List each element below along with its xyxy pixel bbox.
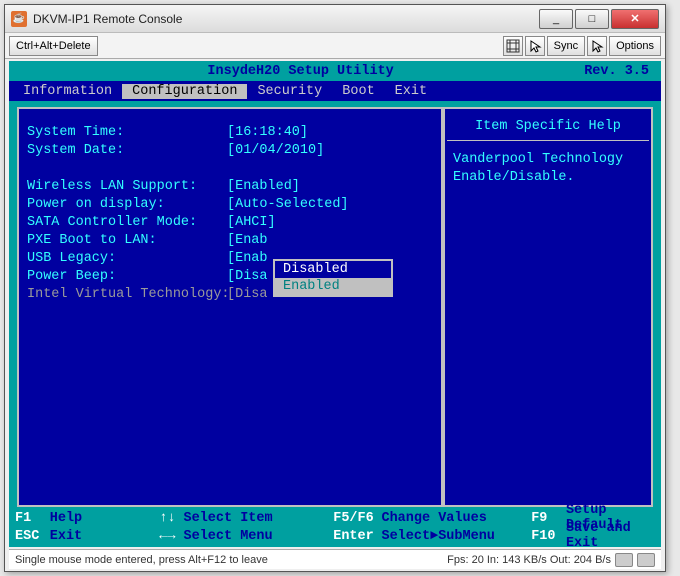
window-title: DKVM-IP1 Remote Console	[33, 12, 537, 26]
window-controls	[537, 9, 659, 29]
menu-security[interactable]: Security	[247, 84, 332, 99]
help-label: Help	[50, 511, 151, 526]
toolbar: Ctrl+Alt+Delete Sync Options	[5, 33, 665, 59]
popup-option-disabled[interactable]: Disabled	[275, 261, 391, 278]
bios-footer: F1 Help ↑↓ Select Item F5/F6 Change Valu…	[9, 507, 661, 547]
bios-title: InsydeH20 Setup Utility	[17, 64, 584, 79]
exit-label: Exit	[50, 529, 151, 544]
cursor2-icon[interactable]	[587, 36, 607, 56]
field-label: System Date:	[27, 143, 227, 158]
sync-button[interactable]: Sync	[547, 36, 585, 56]
popup-option-enabled[interactable]: Enabled	[275, 278, 391, 295]
bios-body: System Time:[16:18:40]System Date:[01/04…	[9, 101, 661, 507]
field-value: [Enab	[227, 251, 268, 266]
field-value: [Disa	[227, 287, 268, 302]
maximize-button[interactable]	[575, 9, 609, 29]
titlebar: ☕ DKVM-IP1 Remote Console	[5, 5, 665, 33]
field-label: USB Legacy:	[27, 251, 227, 266]
field-value: [16:18:40]	[227, 125, 308, 140]
f9-key: F9	[531, 511, 560, 526]
menu-boot[interactable]: Boot	[332, 84, 384, 99]
menu-exit[interactable]: Exit	[385, 84, 437, 99]
field-value: [Enabled]	[227, 179, 300, 194]
field-label: Intel Virtual Technology:	[27, 287, 227, 302]
value-popup[interactable]: DisabledEnabled	[273, 259, 393, 297]
options-button[interactable]: Options	[609, 36, 661, 56]
field-value: [Disa	[227, 269, 268, 284]
config-panel: System Time:[16:18:40]System Date:[01/04…	[17, 107, 443, 507]
select-submenu-label: Select►SubMenu	[381, 529, 525, 544]
updown-icon: ↑↓	[157, 511, 177, 526]
app-window: ☕ DKVM-IP1 Remote Console Ctrl+Alt+Delet…	[4, 4, 666, 572]
bios-revision: Rev. 3.5	[584, 64, 653, 79]
lan-icon	[637, 553, 655, 567]
bios-header: InsydeH20 Setup Utility Rev. 3.5	[9, 61, 661, 81]
minimize-button[interactable]	[539, 9, 573, 29]
config-row[interactable]: System Time:[16:18:40]	[27, 123, 433, 141]
save-exit-label: Save and Exit	[566, 521, 655, 551]
ctrl-alt-del-button[interactable]: Ctrl+Alt+Delete	[9, 36, 98, 56]
java-icon: ☕	[11, 11, 27, 27]
f5f6-key: F5/F6	[333, 511, 375, 526]
field-value: [AHCI]	[227, 215, 276, 230]
close-button[interactable]	[611, 9, 659, 29]
field-label: Power on display:	[27, 197, 227, 212]
menu-configuration[interactable]: Configuration	[122, 84, 247, 99]
status-right: Fps: 20 In: 143 KB/s Out: 204 B/s	[447, 554, 611, 566]
status-left: Single mouse mode entered, press Alt+F12…	[15, 554, 447, 566]
change-values-label: Change Values	[381, 511, 525, 526]
config-row[interactable]	[27, 159, 433, 177]
esc-key: ESC	[15, 529, 44, 544]
select-item-label: Select Item	[184, 511, 328, 526]
bios-menu: InformationConfigurationSecurityBootExit	[9, 81, 661, 101]
field-label: Power Beep:	[27, 269, 227, 284]
field-value: [01/04/2010]	[227, 143, 324, 158]
field-value: [Enab	[227, 233, 268, 248]
help-title: Item Specific Help	[445, 109, 651, 140]
fullscreen-icon[interactable]	[503, 36, 523, 56]
leftright-icon: ←→	[157, 529, 177, 544]
config-row[interactable]: Wireless LAN Support:[Enabled]	[27, 177, 433, 195]
config-row[interactable]: Power on display:[Auto-Selected]	[27, 195, 433, 213]
field-label: SATA Controller Mode:	[27, 215, 227, 230]
bios-screen: InsydeH20 Setup Utility Rev. 3.5 Informa…	[9, 61, 661, 547]
config-row[interactable]: System Date:[01/04/2010]	[27, 141, 433, 159]
field-label: Wireless LAN Support:	[27, 179, 227, 194]
config-row[interactable]: PXE Boot to LAN:[Enab	[27, 231, 433, 249]
select-menu-label: Select Menu	[184, 529, 328, 544]
config-row[interactable]: SATA Controller Mode:[AHCI]	[27, 213, 433, 231]
f10-key: F10	[531, 529, 560, 544]
menu-information[interactable]: Information	[13, 84, 122, 99]
enter-key: Enter	[333, 529, 375, 544]
statusbar: Single mouse mode entered, press Alt+F12…	[9, 549, 661, 569]
monitor-icon	[615, 553, 633, 567]
help-text: Vanderpool Technology Enable/Disable.	[445, 151, 651, 186]
f1-key: F1	[15, 511, 44, 526]
cursor-icon[interactable]	[525, 36, 545, 56]
field-value: [Auto-Selected]	[227, 197, 349, 212]
field-label: PXE Boot to LAN:	[27, 233, 227, 248]
field-label: System Time:	[27, 125, 227, 140]
help-panel: Item Specific Help Vanderpool Technology…	[443, 107, 653, 507]
